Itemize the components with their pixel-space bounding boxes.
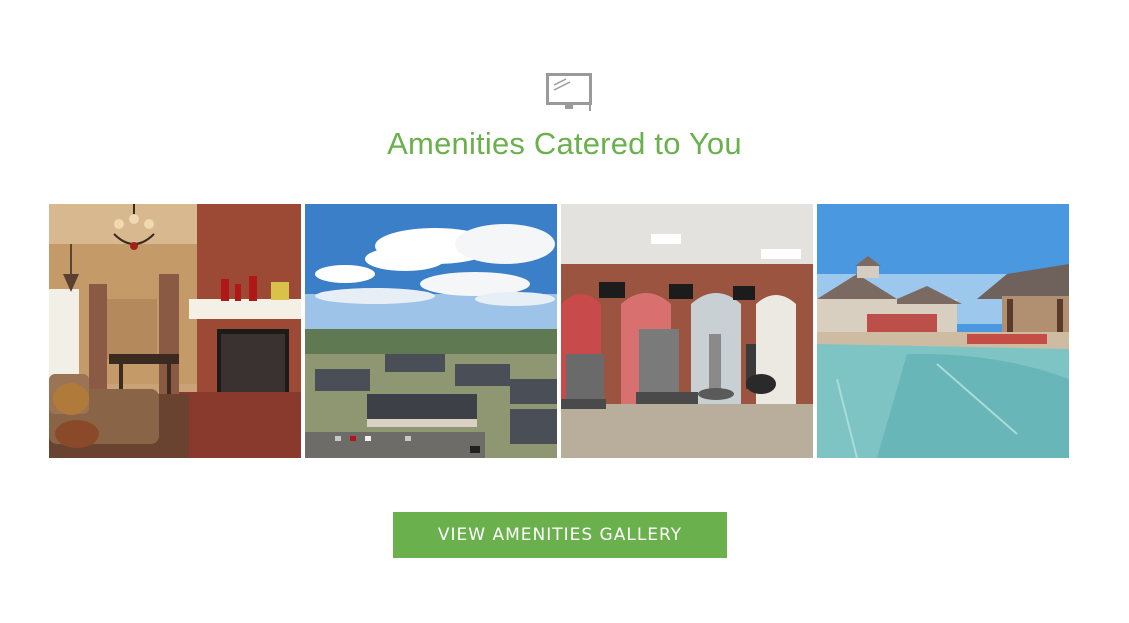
photo-aerial-community[interactable]: [305, 204, 557, 458]
section-title: Amenities Catered to You: [387, 126, 742, 161]
monitor-icon: [546, 73, 592, 111]
photo-pool[interactable]: [817, 204, 1069, 458]
clubhouse-lounge-photo: [49, 204, 301, 458]
photo-clubhouse-lounge[interactable]: [49, 204, 301, 458]
view-amenities-gallery-button[interactable]: VIEW AMENITIES GALLERY: [393, 512, 727, 558]
pool-photo: [817, 204, 1069, 458]
fitness-center-photo: [561, 204, 813, 458]
aerial-community-photo: [305, 204, 557, 458]
amenities-gallery: [49, 204, 1069, 458]
photo-fitness-center[interactable]: [561, 204, 813, 458]
amenities-section: Amenities Catered to You VIEW AMENITIES …: [0, 0, 1129, 623]
